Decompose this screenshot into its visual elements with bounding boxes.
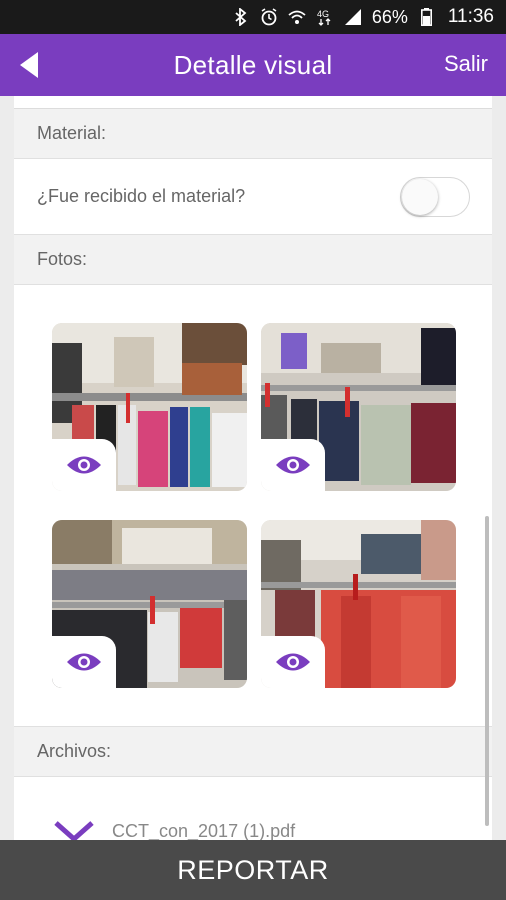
view-photo-3-button[interactable] xyxy=(52,636,116,688)
app-bar: Detalle visual Salir xyxy=(0,34,506,96)
file-icon xyxy=(54,821,94,840)
view-photo-1-button[interactable] xyxy=(52,439,116,491)
alarm-icon xyxy=(260,8,278,26)
4g-icon: 4G xyxy=(316,8,334,26)
material-received-toggle[interactable] xyxy=(400,176,470,217)
file-item[interactable]: CCT_con_2017 (1).pdf xyxy=(54,819,295,840)
photos-header: Fotos: xyxy=(14,235,492,285)
back-button[interactable] xyxy=(18,52,42,78)
previous-section-end xyxy=(14,96,492,109)
scrollbar[interactable] xyxy=(485,516,489,826)
back-arrow-icon xyxy=(20,52,38,78)
eye-icon xyxy=(67,653,101,671)
photo-thumbnail-3[interactable] xyxy=(52,520,247,688)
photos-grid xyxy=(14,285,492,727)
status-bar: 4G 66% 11:36 xyxy=(0,0,506,34)
material-received-row: ¿Fue recibido el material? xyxy=(14,159,492,235)
view-photo-2-button[interactable] xyxy=(261,439,325,491)
exit-button[interactable]: Salir xyxy=(444,51,488,77)
material-question: ¿Fue recibido el material? xyxy=(37,186,246,206)
signal-icon xyxy=(344,8,362,26)
report-button[interactable]: REPORTAR xyxy=(0,840,506,900)
bluetooth-icon xyxy=(232,8,250,26)
eye-icon xyxy=(67,456,101,474)
toggle-knob xyxy=(402,178,438,215)
detail-content: Material: ¿Fue recibido el material? Fot… xyxy=(14,96,492,840)
battery-icon xyxy=(418,8,436,26)
file-name: CCT_con_2017 (1).pdf xyxy=(112,820,296,841)
clock: 11:36 xyxy=(447,6,494,27)
wifi-icon xyxy=(288,8,306,26)
files-list: CCT_con_2017 (1).pdf xyxy=(14,777,492,840)
photo-thumbnail-1[interactable] xyxy=(52,323,247,491)
svg-text:4G: 4G xyxy=(317,9,329,19)
battery-percent: 66% xyxy=(371,6,408,27)
page-title: Detalle visual xyxy=(173,49,333,80)
photo-thumbnail-2[interactable] xyxy=(261,323,456,491)
eye-icon xyxy=(276,653,310,671)
files-header: Archivos: xyxy=(14,727,492,777)
eye-icon xyxy=(276,456,310,474)
material-header: Material: xyxy=(14,109,492,159)
view-photo-4-button[interactable] xyxy=(261,636,325,688)
photo-thumbnail-4[interactable] xyxy=(261,520,456,688)
